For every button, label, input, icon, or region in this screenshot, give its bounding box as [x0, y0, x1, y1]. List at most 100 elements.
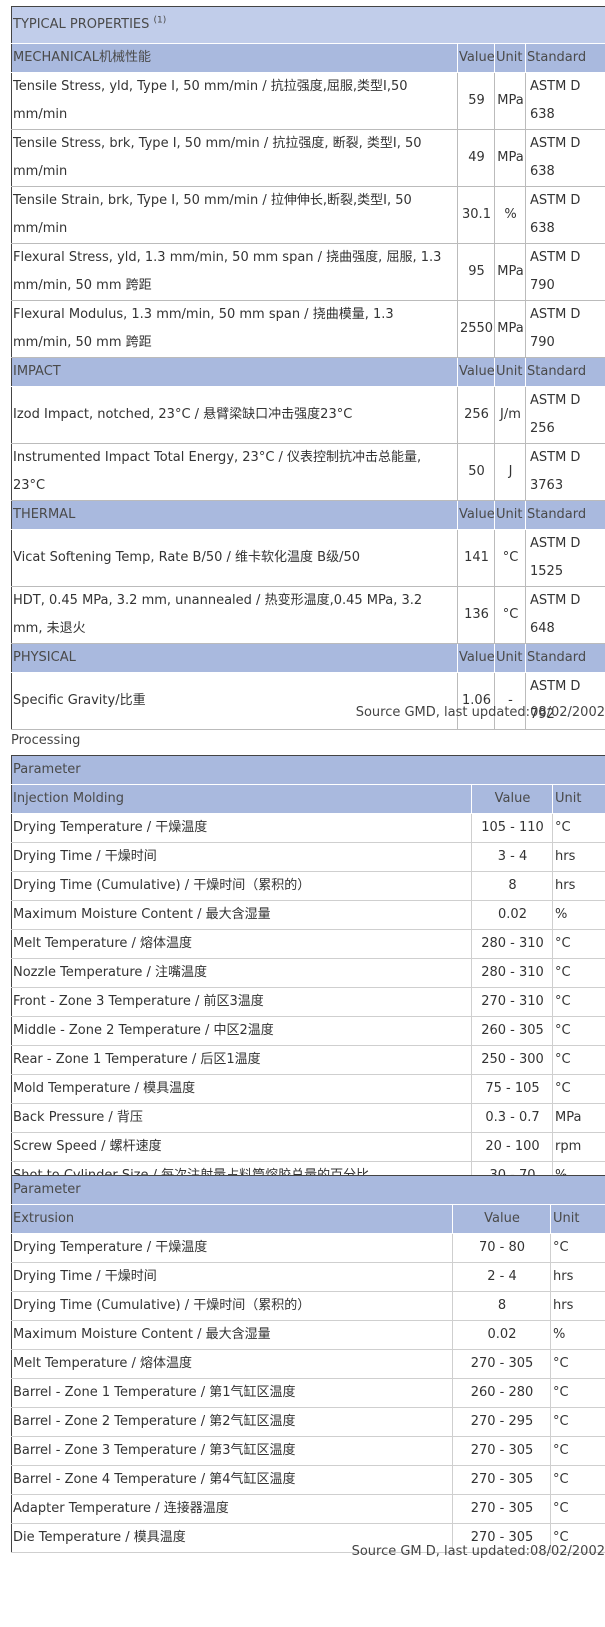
processing-row: Screw Speed / 螺杆速度 20 - 100 rpm [11, 1132, 605, 1162]
parameter-label: Middle - Zone 2 Temperature / 中区2温度 [11, 1016, 472, 1046]
processing-row: Barrel - Zone 4 Temperature / 第4气缸区温度 270… [11, 1465, 605, 1495]
standard-number: 638 [530, 221, 555, 236]
processing-caption: Processing [11, 733, 81, 748]
property-section-header: IMPACT Value Unit Standard [11, 357, 605, 387]
parameter-unit: °C [551, 987, 605, 1017]
standard-name: ASTM D [530, 536, 581, 551]
value-column-header: Value [457, 357, 495, 387]
section-name: MECHANICAL机械性能 [11, 43, 458, 73]
standard-name: ASTM D [530, 250, 581, 265]
property-row: Tensile Strain, brk, Type I, 50 mm/min /… [11, 186, 605, 244]
parameter-unit: °C [551, 958, 605, 988]
injection-section-label: Injection Molding [11, 784, 472, 814]
property-value: 141 [457, 529, 495, 587]
standard-name: ASTM D [530, 193, 581, 208]
parameter-value: 270 - 305 [452, 1465, 551, 1495]
property-unit: MPa [494, 243, 526, 301]
property-standard: ASTM D 1525 [525, 529, 605, 587]
property-row: Tensile Stress, brk, Type I, 50 mm/min /… [11, 129, 605, 187]
standard-number: 648 [530, 621, 555, 636]
property-label: Tensile Stress, yld, Type I, 50 mm/min /… [11, 72, 458, 130]
property-value: 30.1 [457, 186, 495, 244]
parameter-label: Mold Temperature / 模具温度 [11, 1074, 472, 1104]
properties-title-note: (1) [153, 15, 167, 26]
parameter-unit: °C [549, 1436, 605, 1466]
processing-row: Barrel - Zone 1 Temperature / 第1气缸区温度 260… [11, 1378, 605, 1408]
property-unit: - [494, 672, 526, 730]
property-standard: ASTM D 790 [525, 300, 605, 358]
parameter-value: 105 - 110 [471, 813, 553, 843]
injection-value-header: Value [471, 784, 553, 814]
parameter-label: Barrel - Zone 1 Temperature / 第1气缸区温度 [11, 1378, 453, 1408]
processing-row: Drying Temperature / 干燥温度 105 - 110 °C [11, 813, 605, 843]
parameter-value: 0.3 - 0.7 [471, 1103, 553, 1133]
extrusion-section-label: Extrusion [11, 1204, 453, 1234]
extrusion-value-header: Value [452, 1204, 551, 1234]
property-value: 50 [457, 443, 495, 501]
extrusion-parameter-header: Parameter [11, 1175, 605, 1205]
value-column-header: Value [457, 500, 495, 530]
property-standard: ASTM D 638 [525, 72, 605, 130]
parameter-unit: rpm [551, 1132, 605, 1162]
property-unit: MPa [494, 300, 526, 358]
property-label: Tensile Strain, brk, Type I, 50 mm/min /… [11, 186, 458, 244]
property-row: Flexural Stress, yld, 1.3 mm/min, 50 mm … [11, 243, 605, 301]
parameter-unit: °C [549, 1233, 605, 1263]
processing-row: Barrel - Zone 2 Temperature / 第2气缸区温度 270… [11, 1407, 605, 1437]
parameter-unit: °C [549, 1465, 605, 1495]
value-column-header: Value [457, 643, 495, 673]
parameter-value: 280 - 310 [471, 929, 553, 959]
property-section-header: PHYSICAL Value Unit Standard [11, 643, 605, 673]
standard-name: ASTM D [530, 393, 581, 408]
parameter-value: 0.02 [452, 1320, 551, 1350]
extrusion-parameter-label: Parameter [11, 1175, 605, 1205]
processing-row: Drying Time (Cumulative) / 干燥时间（累积的） 8 hrs [11, 871, 605, 901]
property-row: Specific Gravity/比重 1.06- ASTM D 792 [11, 672, 605, 730]
standard-name: ASTM D [530, 593, 581, 608]
parameter-value: 270 - 305 [452, 1349, 551, 1379]
standard-number: 638 [530, 164, 555, 179]
processing-row: Middle - Zone 2 Temperature / 中区2温度 260 -… [11, 1016, 605, 1046]
parameter-value: 260 - 305 [471, 1016, 553, 1046]
parameter-label: Drying Time / 干燥时间 [11, 842, 472, 872]
parameter-value: 270 - 305 [452, 1494, 551, 1524]
property-standard: ASTM D 3763 [525, 443, 605, 501]
section-name: PHYSICAL [11, 643, 458, 673]
property-row: Tensile Stress, yld, Type I, 50 mm/min /… [11, 72, 605, 130]
property-standard: ASTM D 638 [525, 186, 605, 244]
standard-name: ASTM D [530, 679, 581, 694]
property-value: 256 [457, 386, 495, 444]
property-label: Izod Impact, notched, 23°C / 悬臂梁缺口冲击强度23… [11, 386, 458, 444]
parameter-label: Drying Temperature / 干燥温度 [11, 813, 472, 843]
injection-molding-table: Parameter Injection Molding Value Unit D… [11, 755, 605, 1191]
property-label: Flexural Modulus, 1.3 mm/min, 50 mm span… [11, 300, 458, 358]
injection-parameter-header: Parameter [11, 755, 605, 785]
property-unit: °C [494, 529, 526, 587]
property-value: 1.06 [457, 672, 495, 730]
standard-name: ASTM D [530, 136, 581, 151]
parameter-label: Drying Temperature / 干燥温度 [11, 1233, 453, 1263]
properties-title: TYPICAL PROPERTIES [13, 17, 150, 32]
unit-column-header: Unit [494, 43, 526, 73]
parameter-label: Maximum Moisture Content / 最大含湿量 [11, 900, 472, 930]
typical-properties-table: TYPICAL PROPERTIES (1) MECHANICAL机械性能 Val… [11, 6, 605, 730]
injection-unit-header: Unit [551, 784, 605, 814]
parameter-unit: °C [551, 1045, 605, 1075]
processing-row: Rear - Zone 1 Temperature / 后区1温度 250 - 3… [11, 1045, 605, 1075]
parameter-unit: hrs [549, 1262, 605, 1292]
property-standard: ASTM D 256 [525, 386, 605, 444]
parameter-label: Front - Zone 3 Temperature / 前区3温度 [11, 987, 472, 1017]
value-column-header: Value [457, 43, 495, 73]
processing-row: Drying Time / 干燥时间 3 - 4 hrs [11, 842, 605, 872]
parameter-label: Adapter Temperature / 连接器温度 [11, 1494, 453, 1524]
parameter-label: Drying Time / 干燥时间 [11, 1262, 453, 1292]
property-label: Tensile Stress, brk, Type I, 50 mm/min /… [11, 129, 458, 187]
parameter-label: Drying Time (Cumulative) / 干燥时间（累积的） [11, 1291, 453, 1321]
parameter-label: Barrel - Zone 4 Temperature / 第4气缸区温度 [11, 1465, 453, 1495]
unit-column-header: Unit [494, 643, 526, 673]
parameter-value: 70 - 80 [452, 1233, 551, 1263]
standard-name: ASTM D [530, 307, 581, 322]
parameter-value: 20 - 100 [471, 1132, 553, 1162]
property-unit: MPa [494, 129, 526, 187]
property-label: HDT, 0.45 MPa, 3.2 mm, unannealed / 热变形温… [11, 586, 458, 644]
